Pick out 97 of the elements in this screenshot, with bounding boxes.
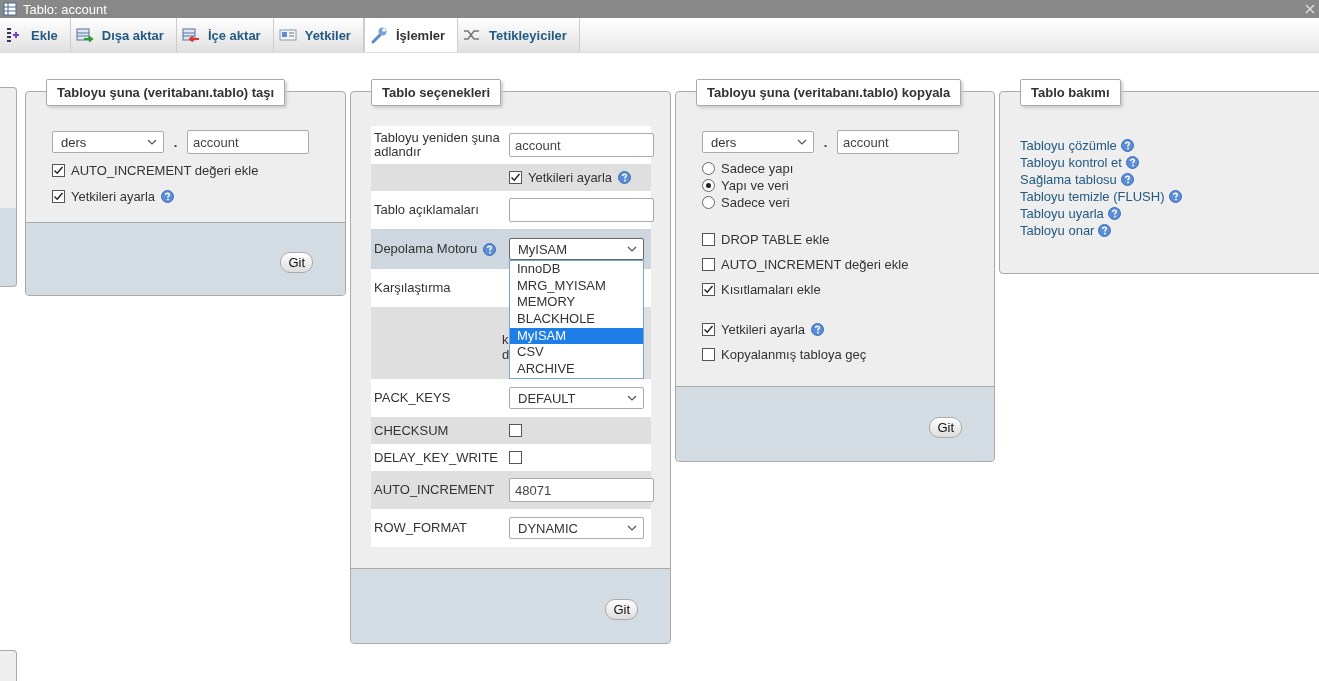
option-label: CHECKSUM (374, 423, 449, 438)
panel-legend: Tabloyu şuna (veritabanı.tablo) kopyala (696, 79, 962, 106)
option-label: Kopyalanmış tabloya geç (721, 346, 867, 362)
tab[interactable]: Ekle (0, 18, 71, 52)
checkbox[interactable] (509, 424, 522, 437)
help-icon[interactable] (618, 171, 632, 184)
option-label: Depolama Motoru (374, 242, 478, 256)
radio-button[interactable] (702, 162, 715, 175)
go-button[interactable]: Git (605, 598, 638, 620)
radio-button[interactable] (702, 179, 715, 192)
checkbox[interactable] (702, 257, 715, 271)
option-label: DROP TABLE ekle (721, 231, 830, 247)
help-icon[interactable] (483, 242, 497, 256)
chevron-down-icon (797, 139, 807, 145)
dropdown-option[interactable]: CSV (510, 344, 643, 362)
go-button[interactable]: Git (280, 251, 313, 273)
tab[interactable]: İşlemler (363, 18, 459, 52)
text-field[interactable] (509, 198, 654, 222)
chevron-down-icon (627, 525, 637, 531)
chevron-down-icon (147, 139, 157, 145)
separator: . (822, 134, 829, 150)
option-label: Tabloyu yeniden şuna adlandır (374, 131, 501, 159)
checkbox[interactable] (702, 347, 715, 361)
checkbox[interactable] (702, 322, 715, 336)
panel-edge (0, 650, 17, 681)
panel-legend: Tablo seçenekleri (371, 79, 502, 106)
checkbox[interactable] (509, 451, 522, 464)
database-select[interactable]: ders (52, 131, 164, 153)
maintenance-link[interactable]: Sağlama tablosu (1020, 172, 1117, 187)
panel-legend: Tabloyu şuna (veritabanı.tablo) taşı (46, 79, 286, 106)
go-button[interactable]: Git (929, 416, 962, 438)
checkbox[interactable] (702, 232, 715, 246)
help-icon[interactable] (1107, 207, 1121, 220)
option-label: AUTO_INCREMENT değeri ekle (71, 162, 259, 178)
option-label: Tablo açıklamaları (374, 203, 479, 217)
text-field[interactable]: 48071 (509, 478, 654, 502)
dropdown-option[interactable]: ARCHIVE (510, 361, 643, 378)
table-name-field[interactable]: account (837, 130, 959, 154)
window-title: Tablo: account (23, 1, 107, 17)
tab[interactable]: İçe aktar (176, 18, 274, 52)
dropdown-select[interactable]: MyISAM (509, 238, 644, 260)
option-label: Karşılaştırma (374, 281, 451, 295)
option-label: Kısıtlamaları ekle (721, 281, 821, 297)
radio-button[interactable] (702, 196, 715, 209)
help-icon[interactable] (811, 322, 825, 336)
maintenance-link[interactable]: Tabloyu uyarla (1020, 206, 1104, 221)
help-icon[interactable] (1098, 224, 1112, 237)
close-icon[interactable] (1305, 4, 1315, 14)
table-icon (3, 2, 17, 16)
tab[interactable]: Dışa aktar (70, 18, 177, 52)
checkbox[interactable] (509, 171, 522, 184)
maintenance-link[interactable]: Tabloyu çözümle (1020, 138, 1117, 153)
dropdown-select[interactable]: DYNAMIC (509, 517, 644, 539)
option-label: ROW_FORMAT (374, 521, 467, 535)
table-name-field[interactable]: account (187, 130, 309, 154)
help-icon[interactable] (1120, 139, 1134, 152)
table-import-icon (181, 27, 200, 43)
option-label: Yetkileri ayarla (721, 321, 806, 337)
partial-text: k (502, 332, 510, 347)
dropdown-option[interactable]: InnoDB (510, 261, 643, 278)
option-label: DELAY_KEY_WRITE (374, 450, 499, 465)
help-icon[interactable] (161, 189, 175, 203)
help-icon[interactable] (1120, 173, 1134, 186)
tab[interactable]: Tetikleyiciler (458, 18, 580, 52)
checkbox[interactable] (52, 189, 65, 203)
dropdown-select[interactable]: DEFAULT (509, 387, 644, 409)
id-card-icon (278, 27, 297, 43)
checkbox[interactable] (52, 163, 65, 177)
wrench-icon (369, 26, 388, 44)
option-label: AUTO_INCREMENT (374, 483, 495, 497)
separator: . (172, 134, 179, 150)
chevron-down-icon (627, 246, 637, 252)
chevron-down-icon (627, 395, 637, 401)
option-label: AUTO_INCREMENT değeri ekle (721, 256, 909, 272)
option-label: Sadece veri (721, 195, 790, 210)
text-field[interactable]: account (509, 133, 654, 157)
option-label: Sadece yapı (721, 161, 794, 176)
shuffle-icon (463, 27, 482, 43)
dropdown-option[interactable]: MRG_MYISAM (510, 277, 643, 295)
dropdown-option[interactable]: MyISAM (510, 327, 643, 345)
option-label: Yapı ve veri (721, 178, 789, 193)
tab[interactable]: Yetkiler (273, 18, 364, 52)
dropdown-option[interactable]: MEMORY (510, 294, 643, 312)
panel-legend: Tablo bakımı (1020, 79, 1121, 106)
partial-text: d (502, 347, 510, 362)
option-label: Yetkileri ayarla (71, 188, 156, 204)
help-icon[interactable] (1125, 156, 1139, 169)
table-export-icon (75, 27, 94, 43)
checkbox[interactable] (702, 282, 715, 296)
maintenance-link[interactable]: Tabloyu onar (1020, 223, 1095, 238)
database-select[interactable]: ders (702, 131, 814, 153)
dropdown-option[interactable]: BLACKHOLE (510, 311, 643, 328)
maintenance-link[interactable]: Tabloyu temizle (FLUSH) (1020, 189, 1165, 204)
option-label: Yetkileri ayarla (528, 170, 613, 185)
help-icon[interactable] (1168, 190, 1182, 203)
maintenance-link[interactable]: Tabloyu kontrol et (1020, 155, 1122, 170)
option-label: PACK_KEYS (374, 391, 451, 405)
